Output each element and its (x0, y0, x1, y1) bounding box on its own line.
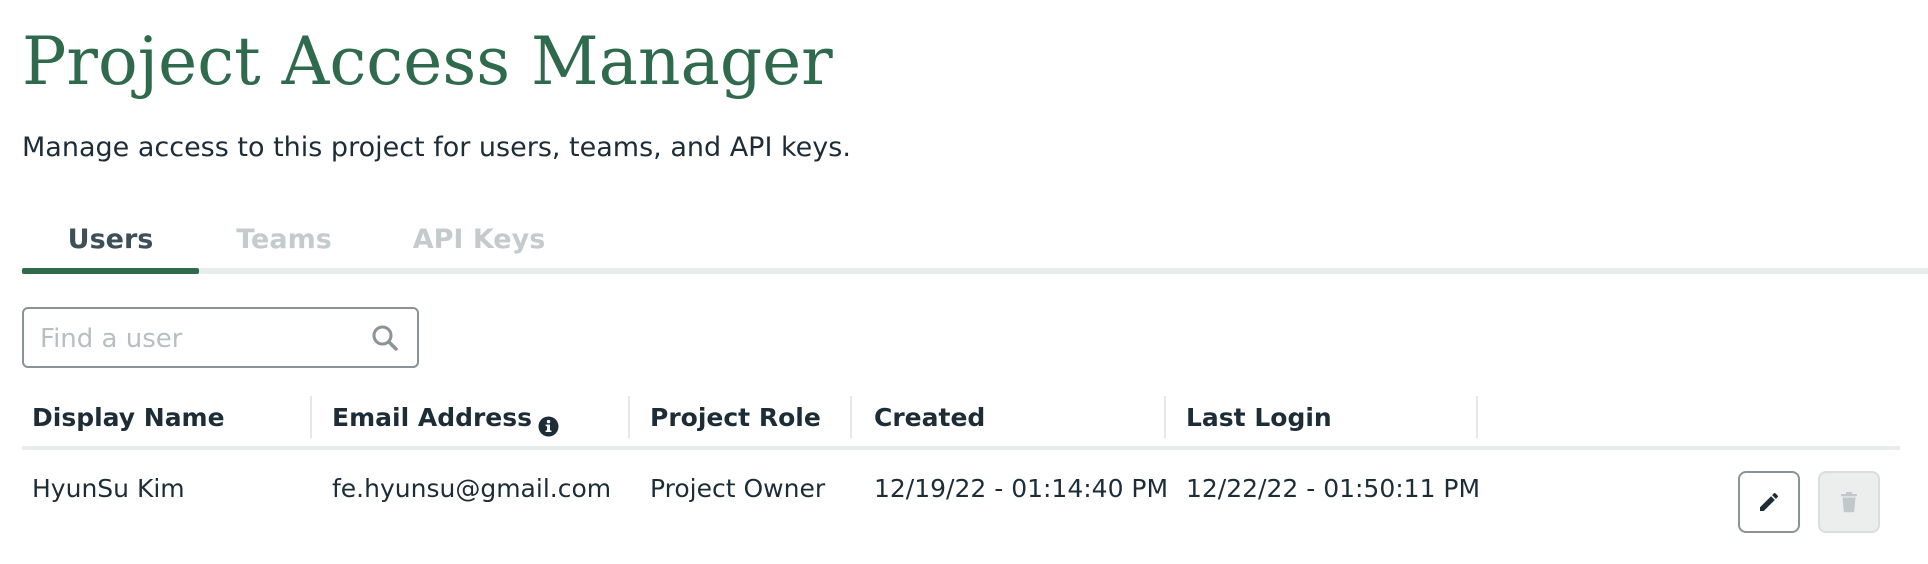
column-header-created: Created (874, 403, 986, 432)
pencil-icon (1760, 492, 1778, 511)
column-header-project-role: Project Role (650, 403, 821, 432)
page-subtitle: Manage access to this project for users,… (22, 132, 851, 163)
cell-email: fe.hyunsu@gmail.com (332, 474, 612, 503)
user-search-box (22, 307, 419, 368)
column-header-email-label: Email Address (332, 403, 533, 432)
cell-last-login: 12/22/22 - 01:50:11 PM (1186, 474, 1481, 503)
project-access-manager-page: Project Access Manager Manage access to … (0, 0, 1928, 564)
column-separator (850, 396, 852, 438)
edit-user-button[interactable] (1738, 471, 1800, 533)
table-header-rule (22, 446, 1900, 450)
tab-api-keys[interactable]: API Keys (372, 214, 586, 274)
tab-users[interactable]: Users (22, 214, 199, 274)
tab-bar: Users Teams API Keys (22, 214, 1928, 278)
column-separator (1476, 396, 1478, 438)
search-icon[interactable] (371, 324, 399, 352)
column-header-display-name: Display Name (32, 403, 225, 432)
search-input[interactable] (38, 309, 362, 368)
cell-display-name: HyunSu Kim (32, 474, 185, 503)
info-icon[interactable] (538, 407, 559, 436)
column-separator (628, 396, 630, 438)
page-title: Project Access Manager (22, 23, 833, 100)
column-header-last-login: Last Login (1186, 403, 1332, 432)
cell-created: 12/19/22 - 01:14:40 PM (874, 474, 1169, 503)
column-header-email: Email Address (332, 396, 559, 448)
delete-user-button[interactable] (1818, 471, 1880, 533)
column-separator (1164, 396, 1166, 438)
tab-teams[interactable]: Teams (199, 214, 369, 274)
trash-icon (1841, 492, 1857, 513)
active-tab-indicator (22, 268, 199, 274)
cell-project-role: Project Owner (650, 474, 826, 503)
users-table: Display Name Email Address Project Role … (22, 396, 1900, 564)
column-separator (310, 396, 312, 438)
